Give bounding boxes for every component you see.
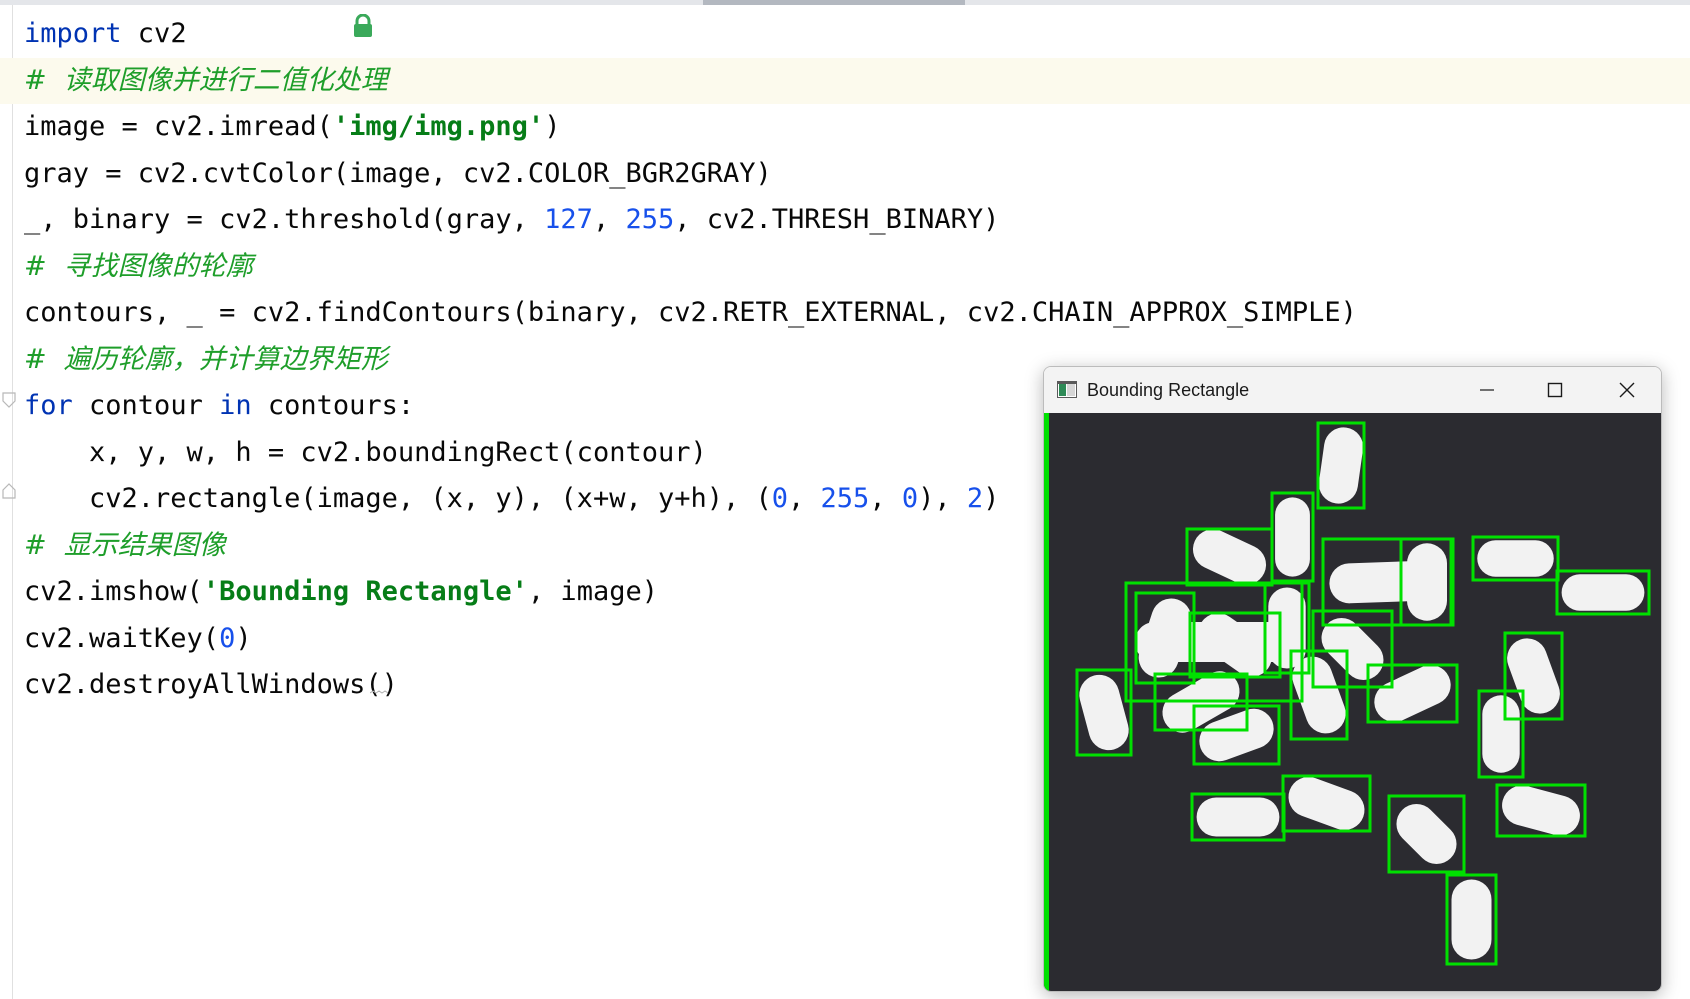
code-token: # 读取图像并进行二值化处理	[24, 64, 388, 96]
code-token: 'img/img.png'	[332, 111, 545, 142]
pill-19	[1482, 695, 1520, 773]
lock-icon	[354, 14, 372, 37]
warning-squiggle	[370, 690, 388, 694]
opencv-window[interactable]: Bounding Rectangle	[1043, 366, 1662, 992]
code-token: cv2.imshow(	[24, 576, 203, 607]
pill-13	[1079, 674, 1129, 751]
minimize-icon	[1480, 389, 1494, 391]
code-token: 0	[219, 622, 236, 654]
code-token: 0	[901, 483, 919, 514]
code-token: )	[544, 111, 561, 142]
pill-11	[1268, 587, 1306, 669]
code-token: 255	[625, 204, 675, 235]
code-token: 0	[771, 483, 789, 514]
code-line-text: # 读取图像并进行二值化处理	[24, 58, 388, 104]
pill-20	[1196, 797, 1280, 837]
code-line-text: for contour in contours:	[24, 383, 414, 429]
window-title: Bounding Rectangle	[1087, 380, 1250, 400]
fold-open-icon[interactable]	[2, 392, 16, 408]
window-titlebar[interactable]: Bounding Rectangle	[1044, 367, 1661, 413]
code-token: , image)	[527, 576, 658, 607]
code-token: gray = cv2.cvtColor(image, cv2.COLOR_BGR…	[24, 157, 772, 189]
code-line-text: # 显示结果图像	[24, 523, 226, 569]
code-line-text: cv2.imshow('Bounding Rectangle', image)	[24, 569, 658, 615]
code-token: )	[235, 622, 252, 654]
code-token: _, binary = cv2.threshold(gray,	[24, 204, 545, 235]
code-line-text: cv2.rectangle(image, (x, y), (x+w, y+h),…	[24, 476, 999, 522]
code-token: contours:	[251, 390, 415, 421]
code-line[interactable]: # 寻找图像的轮廓	[0, 244, 1690, 290]
code-line-text: # 遍历轮廓，并计算边界矩形	[24, 337, 388, 383]
pill-21	[1288, 776, 1365, 831]
code-token: # 遍历轮廓，并计算边界矩形	[24, 343, 388, 375]
pill-detection-image	[1044, 413, 1651, 991]
close-button[interactable]	[1593, 367, 1661, 413]
code-token: # 显示结果图像	[24, 529, 226, 561]
maximize-button[interactable]	[1521, 367, 1589, 413]
code-token: cv2.destroyAllWindows()	[24, 669, 398, 700]
horizontal-scroll-thumb[interactable]	[703, 0, 965, 5]
code-token: 127	[544, 204, 593, 235]
code-line-text: _, binary = cv2.threshold(gray, 127, 255…	[24, 197, 999, 243]
pill-22	[1396, 803, 1457, 865]
image-edge-box	[1044, 413, 1049, 991]
code-token: ,	[869, 483, 902, 514]
code-line[interactable]: import cv2	[0, 11, 1690, 57]
code-token: )	[983, 483, 1000, 514]
maximize-icon	[1547, 382, 1563, 398]
fold-close-icon[interactable]	[2, 483, 16, 499]
code-line[interactable]: gray = cv2.cvtColor(image, cv2.COLOR_BGR…	[0, 151, 1690, 197]
code-token: cv2.waitKey(	[24, 622, 220, 654]
pill-24	[1451, 879, 1492, 960]
pill-7	[1561, 574, 1645, 611]
code-token: 255	[820, 483, 870, 514]
pill-3	[1275, 497, 1310, 577]
code-token: for	[24, 390, 73, 421]
code-token: image = cv2.imread(	[24, 111, 333, 142]
code-line[interactable]: contours, _ = cv2.findContours(binary, c…	[0, 290, 1690, 336]
code-token: ),	[918, 483, 967, 514]
code-token: 2	[966, 483, 984, 514]
code-line-text: import cv2	[24, 11, 187, 57]
code-line-text: cv2.destroyAllWindows()	[24, 662, 398, 708]
code-token: cv2.rectangle(image, (x, y), (x+w, y+h),…	[24, 483, 772, 514]
code-token: , cv2.THRESH_BINARY)	[674, 204, 1000, 235]
code-line-text: # 寻找图像的轮廓	[24, 244, 253, 290]
code-line-text: x, y, w, h = cv2.boundingRect(contour)	[24, 430, 707, 476]
code-token: # 寻找图像的轮廓	[24, 250, 253, 282]
close-icon	[1619, 382, 1635, 398]
code-line-text: gray = cv2.cvtColor(image, cv2.COLOR_BGR…	[24, 151, 772, 197]
code-line[interactable]: # 读取图像并进行二值化处理	[0, 57, 1690, 104]
pill-1	[1318, 427, 1364, 504]
code-token: x, y, w, h = cv2.boundingRect(contour)	[24, 436, 707, 468]
code-line[interactable]: _, binary = cv2.threshold(gray, 127, 255…	[0, 197, 1690, 243]
code-line-text: image = cv2.imread('img/img.png')	[24, 104, 560, 150]
code-token: contours, _ = cv2.findContours(binary, c…	[24, 297, 1357, 328]
code-line-text: cv2.waitKey(0)	[24, 616, 252, 662]
code-token: contour	[72, 390, 220, 421]
code-token: import	[24, 18, 122, 49]
code-line-text: contours, _ = cv2.findContours(binary, c…	[24, 290, 1357, 336]
code-token: ,	[788, 483, 821, 514]
code-token: cv2	[121, 18, 187, 49]
app-icon	[1057, 381, 1077, 398]
code-token: in	[219, 390, 252, 421]
code-line[interactable]: image = cv2.imread('img/img.png')	[0, 104, 1690, 150]
code-token: 'Bounding Rectangle'	[202, 576, 528, 607]
minimize-button[interactable]	[1453, 367, 1521, 413]
pill-6	[1477, 540, 1554, 577]
code-token: ,	[592, 204, 626, 235]
pill-5	[1407, 543, 1447, 621]
pill-23	[1502, 785, 1580, 836]
pill-2	[1192, 529, 1267, 585]
result-image	[1044, 413, 1661, 991]
